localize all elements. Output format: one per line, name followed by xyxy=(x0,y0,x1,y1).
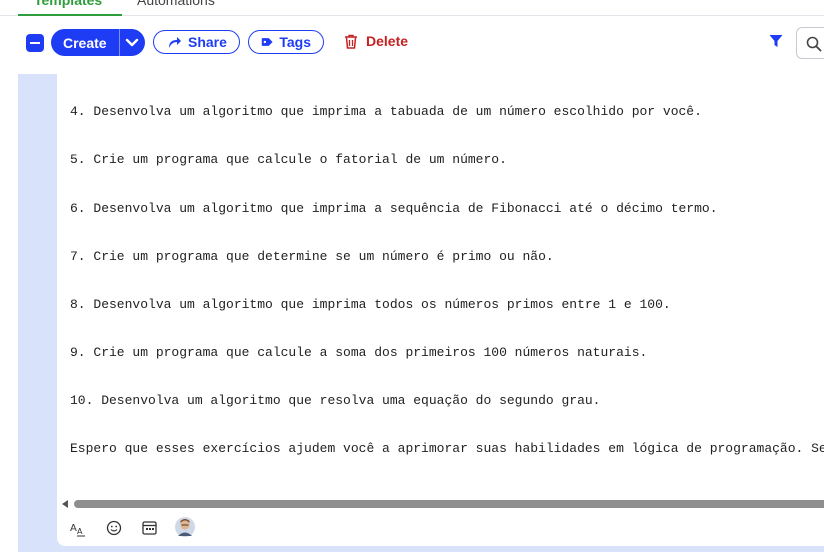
scrollbar-thumb[interactable] xyxy=(74,500,824,508)
trash-icon xyxy=(345,34,357,49)
tab-automations[interactable]: Automations xyxy=(137,0,215,8)
share-button[interactable]: Share xyxy=(153,30,240,54)
editor-footer-toolbar: A A xyxy=(57,517,357,544)
editor-line: 7. Crie um programa que determine se um … xyxy=(70,249,554,264)
active-tab-indicator xyxy=(18,14,122,16)
editor-line: 9. Crie um programa que calcule a soma d… xyxy=(70,345,648,360)
editor-panel: 4. Desenvolva um algoritmo que imprima a… xyxy=(18,74,824,552)
svg-text:A: A xyxy=(77,527,83,536)
editor-line: 4. Desenvolva um algoritmo que imprima a… xyxy=(70,104,702,119)
editor-line: 5. Crie um programa que calcule o fatori… xyxy=(70,152,507,167)
tag-icon xyxy=(261,38,273,46)
chevron-down-icon xyxy=(125,38,139,46)
search-icon xyxy=(806,36,822,52)
horizontal-scrollbar[interactable] xyxy=(57,498,824,510)
share-label: Share xyxy=(188,34,227,50)
scroll-left-arrow-icon[interactable] xyxy=(62,500,68,508)
tab-templates[interactable]: Templates xyxy=(34,0,102,8)
filter-icon[interactable] xyxy=(769,34,783,48)
create-button[interactable]: Create xyxy=(51,29,119,56)
template-editor[interactable]: 4. Desenvolva um algoritmo que imprima a… xyxy=(57,74,824,546)
editor-line: 6. Desenvolva um algoritmo que imprima a… xyxy=(70,201,718,216)
delete-button[interactable]: Delete xyxy=(344,33,408,49)
calendar-icon[interactable] xyxy=(142,520,157,535)
editor-line: 10. Desenvolva um algoritmo que resolva … xyxy=(70,393,601,408)
search-input[interactable] xyxy=(796,27,824,59)
create-button-group: Create xyxy=(51,29,145,56)
create-dropdown-button[interactable] xyxy=(118,29,145,56)
tab-bar: Templates Automations xyxy=(0,0,824,16)
emoji-icon[interactable] xyxy=(106,520,122,536)
svg-text:A: A xyxy=(70,523,77,534)
editor-line: Espero que esses exercícios ajudem você … xyxy=(70,441,824,456)
tags-button[interactable]: Tags xyxy=(248,30,324,54)
toolbar: Create Share Tags Delete xyxy=(0,24,824,60)
text-format-icon[interactable]: A A xyxy=(70,520,86,538)
tags-label: Tags xyxy=(279,34,311,50)
minus-checkbox-icon[interactable] xyxy=(26,34,44,52)
delete-label: Delete xyxy=(366,33,409,49)
share-arrow-icon xyxy=(169,37,181,48)
avatar-icon[interactable] xyxy=(175,517,195,537)
editor-line: 8. Desenvolva um algoritmo que imprima t… xyxy=(70,297,671,312)
